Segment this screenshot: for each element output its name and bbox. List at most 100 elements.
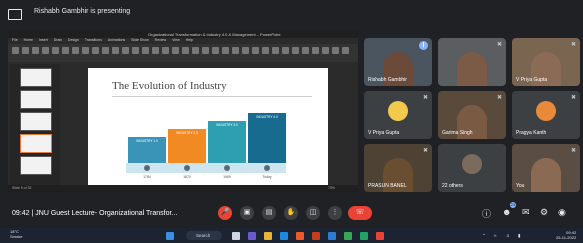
participant-tile[interactable]: ✖ [438,38,506,86]
ribbon-tab[interactable]: Design [68,38,79,42]
ribbon-tab[interactable]: Slide Show [131,38,149,42]
start-icon[interactable] [166,232,174,240]
ribbon-button[interactable] [122,47,129,54]
ribbon-button[interactable] [142,47,149,54]
ribbon-button[interactable] [42,47,49,54]
chrome-icon[interactable] [344,232,352,240]
meet-icon[interactable] [376,232,384,240]
people-icon[interactable]: ☻ [502,207,511,217]
activities-icon[interactable]: ⚙ [540,207,548,218]
ribbon-button[interactable] [332,47,339,54]
tray-chevron-icon[interactable]: ⌃ [482,233,486,239]
slide-thumbnail[interactable] [20,90,52,109]
ribbon-button[interactable] [112,47,119,54]
ribbon-button[interactable] [212,47,219,54]
participant-tile[interactable]: 22 others [438,144,506,192]
slide-thumbnail[interactable] [20,112,52,131]
taskbar-clock[interactable]: 09:42 25-11-2022 [556,230,576,240]
slide-thumbnail-selected[interactable] [20,134,52,153]
ribbon-tab[interactable]: Animations [108,38,125,42]
excel-icon[interactable] [360,232,368,240]
ribbon-button[interactable] [192,47,199,54]
participant-name: You [516,183,525,189]
avatar [536,101,556,121]
mic-off-button[interactable]: 🎤 [218,206,232,220]
ribbon-button[interactable] [82,47,89,54]
ribbon-button[interactable] [162,47,169,54]
participant-tile[interactable]: ✖ Pragya Kanth [512,91,580,139]
ribbon-tab[interactable]: Help [186,38,193,42]
timeline-base [126,163,286,173]
ribbon-tab[interactable]: Home [24,38,33,42]
weather-widget[interactable]: 18°C Smoke [10,229,22,239]
ribbon-tab[interactable]: Insert [39,38,48,42]
camera-button[interactable]: ▣ [240,206,254,220]
ribbon-button[interactable] [232,47,239,54]
task-view-icon[interactable] [232,232,240,240]
captions-button[interactable]: ▤ [262,206,276,220]
ribbon-button[interactable] [322,47,329,54]
raise-hand-button[interactable]: ✋ [284,206,298,220]
ribbon-button[interactable] [292,47,299,54]
ribbon-button[interactable] [312,47,319,54]
edge-icon[interactable] [280,232,288,240]
word-icon[interactable] [328,232,336,240]
battery-icon[interactable]: ▮ [518,233,520,239]
ribbon-tab[interactable]: Transitions [85,38,102,42]
ribbon-button[interactable] [302,47,309,54]
ribbon-button[interactable] [252,47,259,54]
slide-thumbnails[interactable] [10,64,60,186]
ribbon-button[interactable] [262,47,269,54]
ribbon-button[interactable] [242,47,249,54]
ribbon-button[interactable] [222,47,229,54]
meeting-details-icon[interactable]: ⓘ [482,207,491,220]
participant-tile[interactable]: ✖ PRASUN BANEL [364,144,432,192]
network-icon[interactable]: ≈ [494,233,496,238]
ribbon-button[interactable] [52,47,59,54]
file-explorer-icon[interactable] [264,232,272,240]
participant-tile[interactable]: ✖ Garima Singh [438,91,506,139]
ribbon-button[interactable] [102,47,109,54]
ribbon-tab[interactable]: Review [155,38,166,42]
industry-block: INDUSTRY 3.0 [208,121,246,163]
chat-icon[interactable]: ✉ [522,207,530,218]
participant-tile[interactable]: ✖ V Priya Gupta [364,91,432,139]
ribbon-button[interactable] [62,47,69,54]
ribbon-button[interactable] [202,47,209,54]
ppt-ribbon[interactable] [8,44,358,62]
participant-tile[interactable]: ✖ You [512,144,580,192]
weather-desc: Smoke [10,234,23,239]
ribbon-button[interactable] [282,47,289,54]
participant-tile[interactable]: ❙ Rishabh Gambhir [364,38,432,86]
ribbon-tab[interactable]: File [12,38,18,42]
present-button[interactable]: ◫ [306,206,320,220]
end-call-button[interactable]: ☏ [348,206,372,220]
powerpoint-icon[interactable] [312,232,320,240]
taskbar-search[interactable]: Search [186,231,222,240]
ribbon-tab[interactable]: Draw [54,38,62,42]
ribbon-button[interactable] [172,47,179,54]
ribbon-button[interactable] [92,47,99,54]
ribbon-button[interactable] [272,47,279,54]
zoom-level[interactable]: 75% [328,186,335,190]
ribbon-button[interactable] [182,47,189,54]
participant-tile[interactable]: ✖ V Priya Gupta [512,38,580,86]
ribbon-button[interactable] [72,47,79,54]
participant-name: Pragya Kanth [516,130,547,136]
ribbon-button[interactable] [342,47,349,54]
store-icon[interactable] [296,232,304,240]
ribbon-button[interactable] [152,47,159,54]
ribbon-button[interactable] [22,47,29,54]
slide-thumbnail[interactable] [20,156,52,175]
teams-icon[interactable] [248,232,256,240]
shared-screen[interactable]: Organizational Transformation & Industry… [8,30,358,192]
ribbon-button[interactable] [32,47,39,54]
ribbon-button[interactable] [132,47,139,54]
host-controls-icon[interactable]: ◉ [558,207,566,218]
ribbon-button[interactable] [12,47,19,54]
mic-muted-icon: ✖ [570,148,576,154]
more-options-button[interactable]: ⋮ [328,206,342,220]
ribbon-tab[interactable]: View [172,38,180,42]
slide-thumbnail[interactable] [20,68,52,87]
volume-icon[interactable]: ♬ [506,233,511,238]
